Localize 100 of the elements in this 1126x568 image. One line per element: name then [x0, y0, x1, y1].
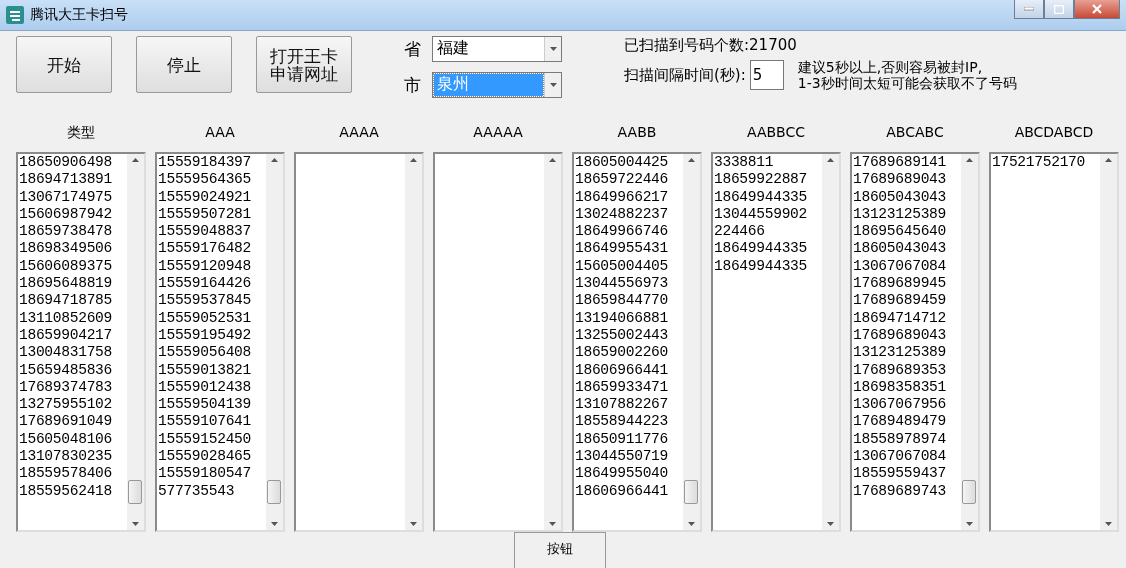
- list-item[interactable]: 18649944335: [714, 188, 808, 206]
- list-item[interactable]: 13194066881: [575, 309, 669, 327]
- scroll-down-icon[interactable]: [132, 522, 139, 526]
- list-item[interactable]: 15559107641: [158, 413, 252, 431]
- list-item[interactable]: 18606966441: [575, 482, 669, 500]
- list-item[interactable]: 18559578406: [19, 465, 113, 483]
- list-item[interactable]: 15559052531: [158, 309, 252, 327]
- list-item[interactable]: 18695645640: [853, 223, 947, 241]
- action-button[interactable]: 开始: [16, 36, 112, 93]
- number-list[interactable]: [16, 152, 146, 532]
- dropdown-arrow-icon[interactable]: [549, 83, 557, 87]
- list-item[interactable]: 15559184397: [158, 154, 252, 172]
- list-item[interactable]: 18649955040: [575, 465, 669, 483]
- list-item[interactable]: 18649966746: [575, 223, 669, 241]
- action-button[interactable]: 停止: [136, 36, 232, 93]
- list-item[interactable]: 15559012438: [158, 378, 252, 397]
- list-item[interactable]: 224466: [714, 223, 765, 241]
- list-item[interactable]: 18698349506: [19, 240, 113, 258]
- list-item[interactable]: 15559537845: [158, 292, 252, 310]
- list-item[interactable]: 15559164426: [158, 275, 252, 293]
- list-item[interactable]: 13004831758: [19, 344, 113, 362]
- list-item[interactable]: 17689689743: [853, 482, 947, 500]
- maximize-button[interactable]: [1044, 0, 1074, 19]
- list-item[interactable]: 18698358351: [853, 378, 947, 397]
- scroll-down-icon[interactable]: [688, 522, 695, 526]
- list-item[interactable]: 18558944223: [575, 413, 669, 431]
- list-item[interactable]: 13067067956: [853, 396, 947, 414]
- scroll-down-icon[interactable]: [271, 522, 278, 526]
- list-item[interactable]: 15659485836: [19, 361, 113, 379]
- list-item[interactable]: 13275955102: [19, 396, 113, 414]
- scrollbar[interactable]: [1100, 154, 1117, 530]
- scroll-up-icon[interactable]: [271, 158, 278, 162]
- scroll-thumb[interactable]: [962, 480, 976, 504]
- scroll-up-icon[interactable]: [1105, 158, 1112, 162]
- list-item[interactable]: 15559195492: [158, 326, 252, 345]
- scrollbar[interactable]: [961, 154, 978, 530]
- list-item[interactable]: 17689374783: [19, 378, 113, 397]
- list-item[interactable]: 18605043043: [853, 240, 947, 258]
- scroll-down-icon[interactable]: [410, 522, 417, 526]
- list-item[interactable]: 18650911776: [575, 430, 669, 449]
- scrollbar[interactable]: [266, 154, 283, 530]
- list-item[interactable]: 18694718785: [19, 292, 113, 310]
- generic-button[interactable]: 按钮: [514, 532, 606, 568]
- list-item[interactable]: 15559120948: [158, 257, 252, 276]
- scrollbar[interactable]: [683, 154, 700, 530]
- list-item[interactable]: 15559024921: [158, 188, 252, 206]
- list-item[interactable]: 17521752170: [992, 154, 1086, 172]
- list-item[interactable]: 18559559437: [853, 465, 947, 483]
- scroll-thumb[interactable]: [684, 480, 698, 504]
- list-item[interactable]: 18659904217: [19, 326, 113, 345]
- dropdown[interactable]: 福建: [432, 36, 562, 62]
- list-item[interactable]: 3338811: [714, 154, 774, 172]
- list-item[interactable]: 13107882267: [575, 396, 669, 414]
- scroll-up-icon[interactable]: [827, 158, 834, 162]
- scroll-down-icon[interactable]: [827, 522, 834, 526]
- list-item[interactable]: 13255002443: [575, 326, 669, 345]
- list-item[interactable]: 13044550719: [575, 448, 669, 466]
- list-item[interactable]: 15559504139: [158, 396, 252, 414]
- list-item[interactable]: 13107830235: [19, 448, 113, 466]
- list-item[interactable]: 18694713891: [19, 171, 113, 189]
- list-item[interactable]: 15606987942: [19, 205, 113, 224]
- list-item[interactable]: 18649955431: [575, 240, 669, 258]
- list-item[interactable]: 17689689043: [853, 326, 947, 345]
- dropdown-arrow-icon[interactable]: [549, 47, 557, 51]
- list-item[interactable]: 13067174975: [19, 188, 113, 206]
- list-item[interactable]: 17689689459: [853, 292, 947, 310]
- list-item[interactable]: 15559152450: [158, 430, 252, 449]
- list-item[interactable]: 15559507281: [158, 205, 252, 224]
- list-item[interactable]: 15605048106: [19, 430, 113, 449]
- list-item[interactable]: 18650906498: [19, 154, 113, 172]
- minimize-button[interactable]: [1014, 0, 1044, 19]
- list-item[interactable]: 18695648819: [19, 275, 113, 293]
- scrollbar[interactable]: [822, 154, 839, 530]
- list-item[interactable]: 13067067084: [853, 448, 947, 466]
- scrollbar[interactable]: [544, 154, 561, 530]
- list-item[interactable]: 17689689043: [853, 171, 947, 189]
- scroll-thumb[interactable]: [128, 480, 142, 504]
- list-item[interactable]: 15559013821: [158, 361, 252, 379]
- scroll-up-icon[interactable]: [688, 158, 695, 162]
- list-item[interactable]: 18605043043: [853, 188, 947, 206]
- list-item[interactable]: 17689691049: [19, 413, 113, 431]
- list-item[interactable]: 15559028465: [158, 448, 252, 466]
- list-item[interactable]: 17689689353: [853, 361, 947, 379]
- list-item[interactable]: 17689489479: [853, 413, 947, 431]
- list-item[interactable]: 15559176482: [158, 240, 252, 258]
- list-item[interactable]: 17689689141: [853, 154, 947, 172]
- list-item[interactable]: 18659738478: [19, 223, 113, 241]
- action-button[interactable]: 打开王卡 申请网址: [256, 36, 352, 93]
- list-item[interactable]: 18659722446: [575, 171, 669, 189]
- scroll-up-icon[interactable]: [410, 158, 417, 162]
- list-item[interactable]: 13123125389: [853, 344, 947, 362]
- list-item[interactable]: 18649966217: [575, 188, 669, 206]
- scroll-down-icon[interactable]: [966, 522, 973, 526]
- list-item[interactable]: 18649944335: [714, 257, 808, 276]
- scroll-down-icon[interactable]: [1105, 522, 1112, 526]
- scroll-up-icon[interactable]: [549, 158, 556, 162]
- close-button[interactable]: [1074, 0, 1120, 19]
- number-list[interactable]: [572, 152, 702, 532]
- scroll-up-icon[interactable]: [132, 158, 139, 162]
- list-item[interactable]: 13024882237: [575, 205, 669, 224]
